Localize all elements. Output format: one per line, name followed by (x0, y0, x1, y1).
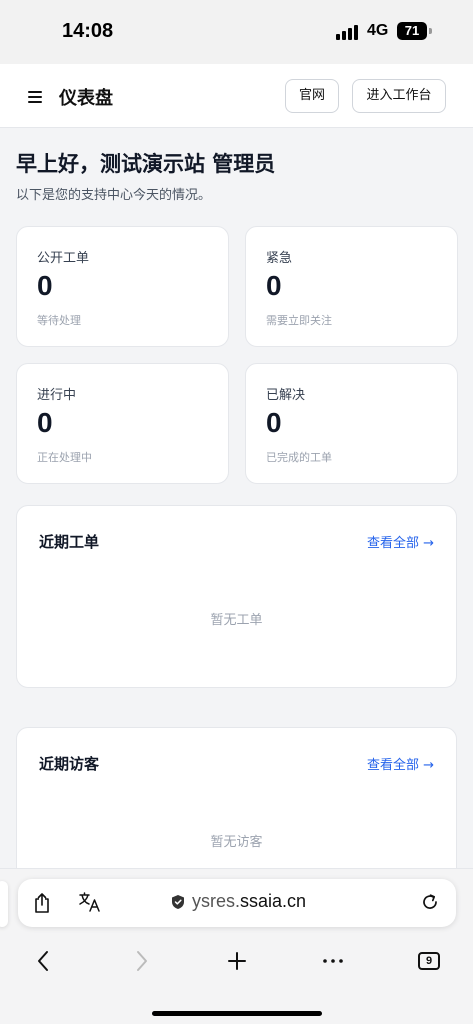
stat-label: 紧急 (266, 251, 293, 266)
stat-value: 0 (266, 270, 282, 301)
shield-icon (172, 895, 184, 909)
browser-bottom-bar: ysres.ssaia.cn 9 (0, 868, 473, 1024)
stat-card-urgent[interactable]: 紧急 0 需要立即关注 (245, 226, 458, 347)
stat-desc: 需要立即关注 (266, 314, 332, 327)
stat-value: 0 (266, 407, 282, 438)
recent-tickets-card: 近期工单 查看全部 → 暂无工单 (16, 505, 457, 688)
stat-label: 已解决 (266, 388, 306, 403)
greeting-title: 早上好，测试演示站 管理员 (16, 152, 276, 176)
stat-label: 进行中 (37, 388, 77, 403)
network-type: 4G (367, 22, 389, 39)
recent-visitors-title: 近期访客 (39, 755, 100, 773)
stat-card-in-progress[interactable]: 进行中 0 正在处理中 (16, 363, 229, 484)
back-icon[interactable] (35, 949, 53, 973)
visitors-empty-state: 暂无访客 (210, 835, 263, 850)
page-title: 仪表盘 (59, 88, 113, 109)
tickets-empty-state: 暂无工单 (210, 613, 263, 628)
more-icon[interactable] (321, 949, 345, 973)
reload-icon[interactable] (420, 892, 440, 912)
address-bar[interactable]: ysres.ssaia.cn (18, 879, 456, 927)
url-subdomain: ysres. (192, 891, 241, 911)
battery-level: 71 (404, 23, 420, 38)
recent-tickets-title: 近期工单 (39, 533, 100, 551)
stat-card-open-tickets[interactable]: 公开工单 0 等待处理 (16, 226, 229, 347)
signal-icon (336, 24, 360, 40)
stat-label: 公开工单 (37, 251, 90, 266)
view-all-tickets-link[interactable]: 查看全部 → (367, 532, 434, 551)
new-tab-icon[interactable] (226, 949, 248, 973)
stat-desc: 已完成的工单 (266, 451, 332, 464)
stat-value: 0 (37, 270, 53, 301)
stat-desc: 正在处理中 (37, 451, 92, 464)
view-all-visitors-link[interactable]: 查看全部 → (367, 754, 434, 773)
stat-desc: 等待处理 (37, 314, 81, 327)
enter-workbench-button[interactable]: 进入工作台 (352, 79, 446, 113)
status-time: 14:08 (62, 20, 114, 42)
battery-icon: 71 (397, 22, 427, 40)
share-icon[interactable] (33, 892, 51, 914)
url-domain: ssaia.cn (240, 891, 307, 911)
home-indicator (152, 1011, 322, 1016)
stat-value: 0 (37, 407, 53, 438)
official-site-button[interactable]: 官网 (285, 79, 339, 113)
tabs-icon[interactable]: 9 (418, 952, 440, 970)
greeting-subtitle: 以下是您的支持中心今天的情况。 (16, 188, 212, 203)
url-text[interactable]: ysres.ssaia.cn (192, 891, 306, 912)
battery-cap (429, 28, 432, 34)
forward-icon[interactable] (132, 949, 150, 973)
menu-icon[interactable] (28, 91, 42, 103)
translate-icon[interactable] (78, 891, 102, 913)
status-bar: 14:08 4G 71 (0, 0, 473, 64)
previous-tab-preview[interactable] (0, 881, 8, 927)
page: 14:08 4G 71 仪表盘 官网 进入工作台 早上好，测试演示站 管理员 以… (0, 0, 473, 1024)
app-header: 仪表盘 官网 进入工作台 (0, 64, 473, 128)
stat-card-resolved[interactable]: 已解决 0 已完成的工单 (245, 363, 458, 484)
